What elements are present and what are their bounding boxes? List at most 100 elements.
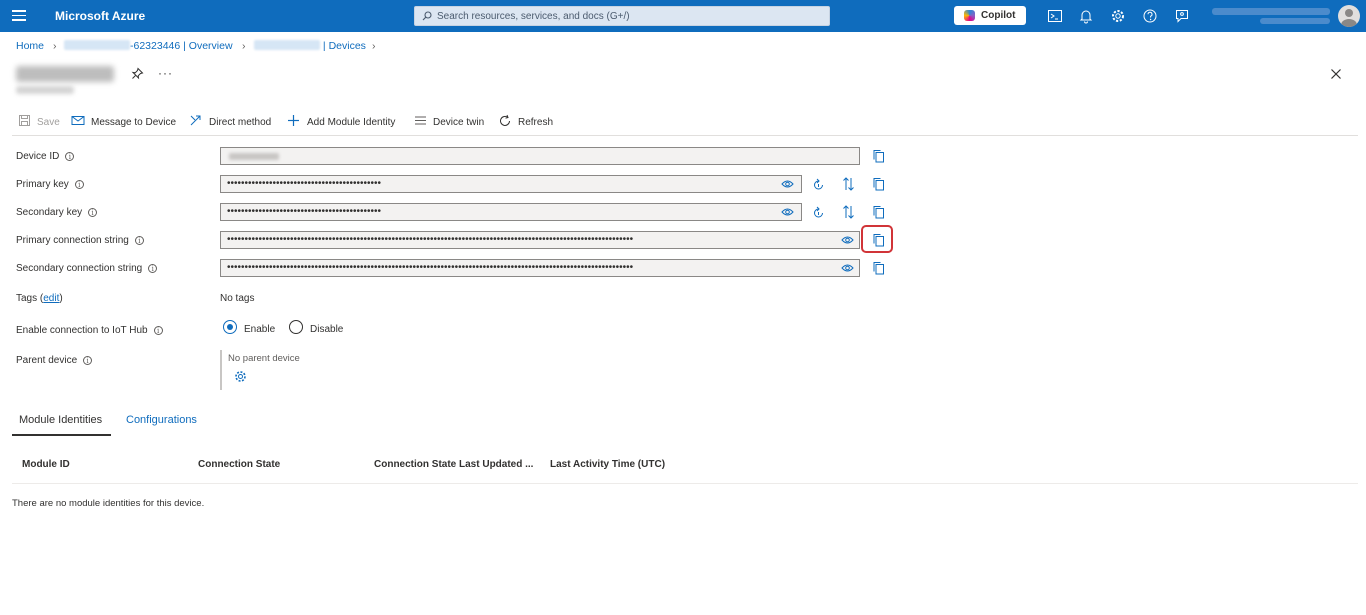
show-hide-eye-icon[interactable] (841, 263, 854, 273)
secondary-connection-string-value: ••••••••••••••••••••••••••••••••••••••••… (227, 262, 634, 273)
primary-connection-string-value: ••••••••••••••••••••••••••••••••••••••••… (227, 234, 634, 245)
direct-method-label: Direct method (209, 117, 272, 128)
column-header-last-activity-time[interactable]: Last Activity Time (UTC) (550, 459, 665, 470)
secondary-key-label: Secondary key i (16, 207, 98, 218)
info-icon[interactable]: i (134, 236, 144, 245)
direct-method-icon (190, 115, 201, 126)
regenerate-primary-key-icon[interactable] (812, 177, 825, 191)
message-to-device-button[interactable]: Message to Device (71, 113, 179, 131)
hamburger-menu-icon[interactable] (12, 10, 26, 22)
swap-keys-icon[interactable] (842, 205, 855, 219)
breadcrumb-devices[interactable]: | Devices (254, 40, 366, 52)
list-icon (415, 116, 426, 125)
message-to-device-label: Message to Device (91, 117, 177, 128)
info-icon[interactable]: i (148, 264, 158, 273)
top-bar: Microsoft Azure Copilot (0, 0, 1366, 32)
close-icon[interactable] (1330, 68, 1342, 80)
feedback-icon[interactable] (1174, 8, 1190, 24)
tags-value: No tags (220, 293, 255, 304)
cloud-shell-icon[interactable] (1047, 8, 1063, 24)
copilot-icon (964, 10, 975, 21)
redacted-hub-name (254, 40, 320, 50)
copy-secondary-connection-string-icon[interactable] (872, 261, 885, 275)
breadcrumb-devices-label: | Devices (322, 40, 366, 52)
secondary-connection-string-field[interactable]: ••••••••••••••••••••••••••••••••••••••••… (220, 259, 860, 277)
regenerate-secondary-key-icon[interactable] (812, 205, 825, 219)
info-icon[interactable]: i (83, 356, 93, 365)
primary-connection-string-field[interactable]: ••••••••••••••••••••••••••••••••••••••••… (220, 231, 860, 249)
secondary-key-field[interactable]: ••••••••••••••••••••••••••••••••••••••••… (220, 203, 802, 221)
show-hide-eye-icon[interactable] (841, 235, 854, 245)
tab-module-identities[interactable]: Module Identities (19, 414, 102, 426)
help-icon[interactable] (1142, 8, 1158, 24)
device-twin-button[interactable]: Device twin (414, 113, 492, 131)
show-hide-eye-icon[interactable] (781, 207, 794, 217)
global-search[interactable] (414, 6, 830, 26)
column-header-module-id[interactable]: Module ID (22, 459, 70, 470)
parent-device-value: No parent device (228, 353, 300, 364)
redacted-hub-name (64, 40, 130, 50)
command-bar: Save Message to Device Direct method Add… (12, 110, 1358, 136)
save-icon (19, 115, 30, 126)
account-info[interactable] (1212, 6, 1330, 26)
primary-key-label: Primary key i (16, 179, 84, 190)
copilot-button[interactable]: Copilot (954, 6, 1026, 25)
primary-key-field[interactable]: ••••••••••••••••••••••••••••••••••••••••… (220, 175, 802, 193)
secondary-connection-string-label: Secondary connection string i (16, 263, 158, 274)
pin-icon[interactable] (131, 67, 144, 80)
page-subtitle-redacted (16, 86, 74, 94)
column-header-connection-state[interactable]: Connection State (198, 459, 280, 470)
primary-connection-string-label: Primary connection string i (16, 235, 144, 246)
copy-device-id-icon[interactable] (872, 149, 885, 163)
column-header-connection-state-last-updated[interactable]: Connection State Last Updated ... (374, 459, 533, 470)
enable-radio-label[interactable]: Enable (244, 324, 275, 335)
brand-title[interactable]: Microsoft Azure (55, 9, 145, 23)
search-input[interactable] (437, 9, 817, 23)
breadcrumb-home[interactable]: Home (16, 40, 44, 52)
refresh-icon (500, 114, 510, 126)
direct-method-button[interactable]: Direct method (189, 113, 277, 131)
edit-tags-link[interactable]: edit (43, 293, 59, 304)
enable-connection-label: Enable connection to IoT Hub i (16, 325, 163, 336)
page-title-redacted (16, 66, 114, 82)
gear-icon[interactable] (234, 370, 247, 383)
device-id-field[interactable] (220, 147, 860, 165)
primary-key-value: ••••••••••••••••••••••••••••••••••••••••… (227, 178, 382, 189)
info-icon[interactable]: i (65, 152, 75, 161)
device-id-label: Device ID i (16, 151, 75, 162)
save-label: Save (37, 117, 60, 128)
copy-secondary-key-icon[interactable] (872, 205, 885, 219)
breadcrumb-iot-hub[interactable]: -62323446 | Overview (64, 40, 233, 52)
show-hide-eye-icon[interactable] (781, 179, 794, 189)
settings-icon[interactable] (1110, 8, 1126, 24)
add-module-identity-label: Add Module Identity (307, 117, 396, 128)
tab-configurations[interactable]: Configurations (126, 414, 197, 426)
empty-table-message: There are no module identities for this … (12, 498, 205, 509)
swap-keys-icon[interactable] (842, 177, 855, 191)
copy-primary-connection-string-icon[interactable] (872, 233, 885, 247)
active-tab-indicator (12, 434, 111, 436)
notifications-icon[interactable] (1078, 8, 1094, 24)
info-icon[interactable]: i (74, 180, 84, 189)
more-options-icon[interactable]: ··· (158, 66, 173, 80)
table-header-divider (12, 483, 1358, 484)
copy-primary-key-icon[interactable] (872, 177, 885, 191)
refresh-button[interactable]: Refresh (498, 113, 558, 131)
device-id-redacted (229, 153, 279, 160)
info-icon[interactable]: i (88, 208, 98, 217)
search-icon (422, 11, 432, 21)
breadcrumb-hub-suffix: -62323446 | Overview (130, 40, 233, 52)
refresh-label: Refresh (518, 117, 554, 128)
disable-radio[interactable] (289, 320, 303, 334)
copilot-label: Copilot (981, 10, 1016, 21)
avatar[interactable] (1338, 5, 1360, 27)
enable-radio[interactable] (223, 320, 237, 334)
mail-icon (71, 116, 85, 125)
disable-radio-label[interactable]: Disable (310, 324, 343, 335)
breadcrumb-chevron-icon: › (53, 40, 57, 52)
save-button[interactable]: Save (18, 113, 66, 131)
parent-device-box: No parent device (220, 350, 340, 390)
info-icon[interactable]: i (153, 326, 163, 335)
tags-label: Tags (edit) (16, 293, 63, 304)
add-module-identity-button[interactable]: Add Module Identity (287, 113, 405, 131)
